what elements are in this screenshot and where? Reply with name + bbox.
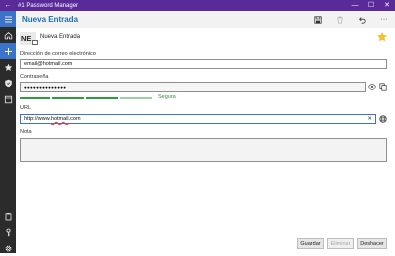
url-value-highlight: hotmail xyxy=(50,116,69,122)
clipboard-icon xyxy=(5,212,11,220)
url-value-suffix: .com xyxy=(68,116,81,122)
more-options-button[interactable]: ··· xyxy=(373,11,395,28)
star-icon xyxy=(4,63,12,71)
undo-toolbar-button[interactable] xyxy=(351,11,373,28)
delete-icon xyxy=(337,16,343,24)
save-button[interactable]: Guardar xyxy=(297,238,324,249)
email-label: Dirección de correo electrónico xyxy=(20,51,96,57)
note-label: Nota xyxy=(20,129,32,135)
undo-icon xyxy=(359,16,366,24)
entry-avatar[interactable]: NE xyxy=(20,32,38,45)
save-icon xyxy=(314,15,322,24)
strength-segment-2 xyxy=(52,97,84,99)
card-icon xyxy=(4,95,12,103)
navigation-rail xyxy=(0,11,16,253)
password-value: ●●●●●●●●●●●●●● xyxy=(24,84,67,90)
open-url-button[interactable] xyxy=(378,114,387,123)
add-icon xyxy=(4,47,12,55)
url-field[interactable]: http://www. hotmail .com ✕ xyxy=(20,114,376,124)
password-label: Contraseña xyxy=(20,74,49,80)
save-toolbar-button[interactable] xyxy=(307,11,329,28)
nav-security[interactable] xyxy=(0,75,16,91)
clear-url-icon[interactable]: ✕ xyxy=(367,116,372,122)
key-icon xyxy=(6,228,11,236)
gear-icon xyxy=(5,245,11,251)
nav-cards[interactable] xyxy=(0,91,16,107)
url-value-prefix: http://www. xyxy=(24,116,51,122)
close-button[interactable]: ✕ xyxy=(379,0,395,11)
nav-clipboard[interactable] xyxy=(0,208,16,224)
copy-password-button[interactable] xyxy=(378,82,387,91)
globe-icon xyxy=(378,114,387,123)
nav-favorites[interactable] xyxy=(0,59,16,75)
strength-segment-3 xyxy=(86,97,118,99)
entry-title[interactable]: Nueva Entrada xyxy=(40,34,80,40)
delete-toolbar-button[interactable] xyxy=(329,11,351,28)
window-titlebar: ← #1 Password Manager — ☐ ✕ xyxy=(0,0,395,11)
window-title: #1 Password Manager xyxy=(18,2,79,9)
password-strength-label: Segura xyxy=(158,94,176,100)
password-field[interactable]: ●●●●●●●●●●●●●● xyxy=(20,82,366,92)
edit-image-icon xyxy=(32,40,38,45)
email-field[interactable]: email@hotmail.com xyxy=(20,59,387,69)
page-header: Nueva Entrada ··· xyxy=(16,11,395,28)
strength-segment-1 xyxy=(20,97,50,99)
email-value: email@hotmail.com xyxy=(24,61,73,67)
minimize-button[interactable]: — xyxy=(347,0,363,11)
nav-home[interactable] xyxy=(0,27,16,43)
shield-icon xyxy=(4,79,12,87)
copy-icon xyxy=(378,82,387,91)
page-title: Nueva Entrada xyxy=(22,15,79,24)
url-label: URL xyxy=(20,105,32,111)
delete-button[interactable]: Eliminar xyxy=(327,238,354,249)
avatar-initials: NE xyxy=(21,34,32,43)
back-icon[interactable]: ← xyxy=(0,2,16,9)
nav-settings[interactable] xyxy=(0,240,16,256)
more-icon: ··· xyxy=(380,16,388,23)
home-icon xyxy=(4,31,12,39)
nav-add-entry[interactable] xyxy=(0,43,16,59)
eye-icon xyxy=(367,83,376,90)
maximize-button[interactable]: ☐ xyxy=(363,0,379,11)
nav-password-generator[interactable] xyxy=(0,224,16,240)
hamburger-menu-button[interactable] xyxy=(0,11,16,27)
note-textarea[interactable] xyxy=(20,138,387,162)
favorite-star-icon[interactable] xyxy=(377,32,387,42)
show-password-button[interactable] xyxy=(367,82,376,91)
discard-button[interactable]: Deshacer xyxy=(357,238,387,249)
strength-segment-4 xyxy=(120,97,152,99)
menu-icon xyxy=(4,16,12,22)
